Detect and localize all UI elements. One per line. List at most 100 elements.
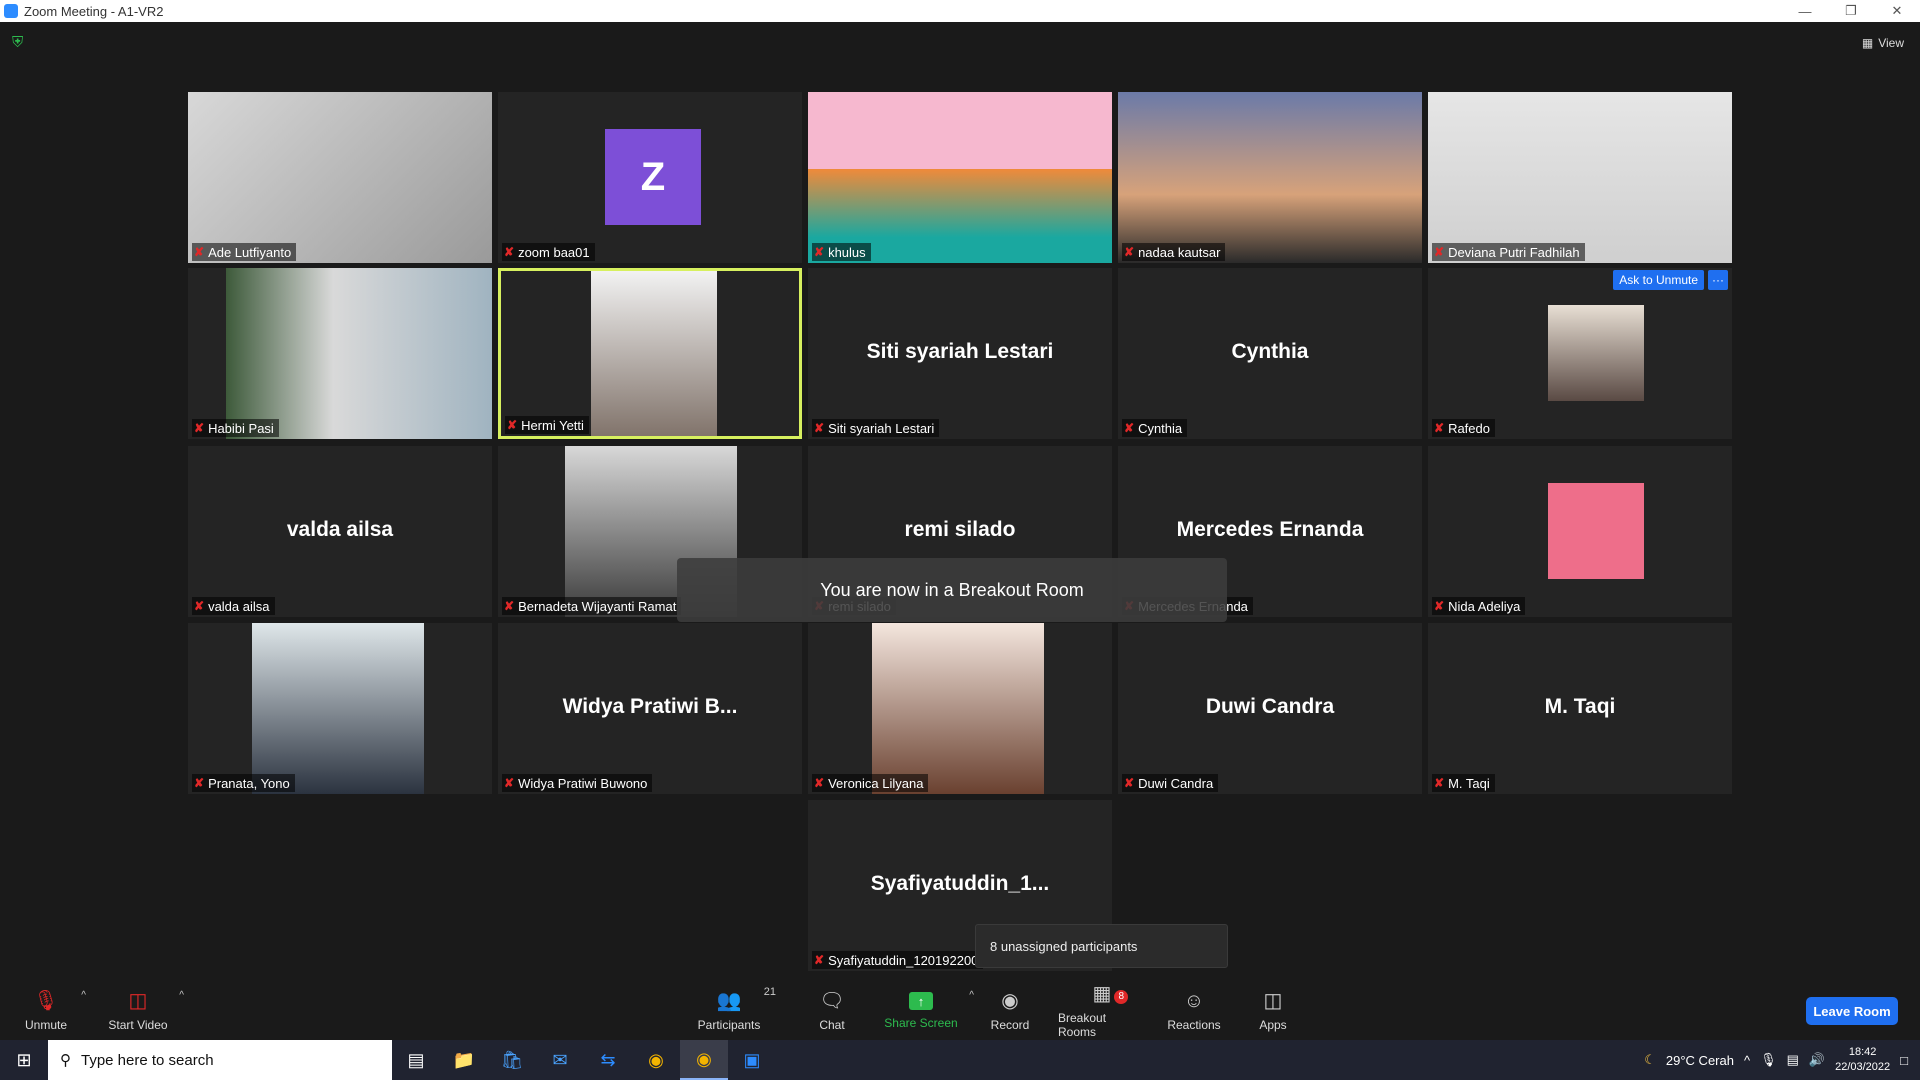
more-options-button[interactable]: ··· xyxy=(1708,270,1728,290)
participant-name-label: ✘ nadaa kautsar xyxy=(1122,243,1226,261)
share-screen-icon: ↑ xyxy=(909,992,933,1010)
muted-mic-icon: ✘ xyxy=(1434,245,1445,259)
breakout-room-toast: You are now in a Breakout Room xyxy=(677,558,1227,622)
participant-tile[interactable]: Duwi Candra ✘ Duwi Candra xyxy=(1118,623,1422,794)
participant-tile[interactable]: ✘ khulus xyxy=(808,92,1112,263)
apps-button[interactable]: ◫ Apps xyxy=(1258,982,1288,1040)
reactions-button[interactable]: ☺ Reactions xyxy=(1167,982,1220,1040)
participant-display-name: valda ailsa xyxy=(286,518,394,541)
participant-tile[interactable]: ✘ Nida Adeliya xyxy=(1428,446,1732,617)
participant-name-label: ✘ Ade Lutfiyanto xyxy=(192,243,297,261)
participant-name-label: ✘ khulus xyxy=(812,243,871,261)
participant-video xyxy=(808,92,1112,263)
volume-icon[interactable]: 🔊 xyxy=(1809,1052,1825,1068)
participant-tile[interactable]: ✘ Pranata, Yono xyxy=(188,623,492,794)
participant-name: khulus xyxy=(828,244,866,260)
participant-video xyxy=(1428,92,1732,263)
taskbar-search-input[interactable]: ⚲ Type here to search xyxy=(48,1040,392,1080)
muted-mic-icon: ✘ xyxy=(814,421,825,435)
breakout-rooms-icon: ▦ xyxy=(1092,983,1112,1005)
participant-tile[interactable]: Z ✘ zoom baa01 xyxy=(498,92,802,263)
muted-mic-icon: ✘ xyxy=(1434,776,1445,790)
video-off-icon: ◫ xyxy=(128,990,148,1012)
participant-name: Hermi Yetti xyxy=(521,417,584,433)
participant-name: zoom baa01 xyxy=(518,244,590,260)
participant-tile[interactable]: ✘ Habibi Pasi xyxy=(188,268,492,439)
participant-display-name: remi silado xyxy=(904,518,1016,541)
chrome-active-icon[interactable]: ◉ xyxy=(680,1040,728,1080)
security-shield-icon[interactable]: ⛨ xyxy=(12,34,28,51)
participant-tile[interactable]: ✘ Deviana Putri Fadhilah xyxy=(1428,92,1732,263)
participant-tile[interactable]: ✘ Ade Lutfiyanto xyxy=(188,92,492,263)
participant-tile[interactable]: Widya Pratiwi B... ✘ Widya Pratiwi Buwono xyxy=(498,623,802,794)
muted-mic-icon: ✘ xyxy=(504,776,515,790)
participant-name: Nida Adeliya xyxy=(1448,598,1521,614)
participant-tile[interactable]: ✘ nadaa kautsar xyxy=(1118,92,1422,263)
minimize-button[interactable]: — xyxy=(1782,0,1828,22)
mic-off-icon: 🎙 xyxy=(33,990,59,1012)
participant-tile[interactable]: ✘ Rafedo Ask to Unmute ··· xyxy=(1428,268,1732,439)
unassigned-participants-popup[interactable]: 8 unassigned participants xyxy=(975,924,1228,968)
chrome-icon[interactable]: ◉ xyxy=(632,1040,680,1080)
chevron-up-icon[interactable]: ^ xyxy=(1744,1053,1750,1068)
store-icon[interactable]: 🛍 xyxy=(488,1040,536,1080)
audio-options-caret[interactable]: ^ xyxy=(81,990,86,1001)
weather-text[interactable]: 29°C Cerah xyxy=(1666,1053,1734,1068)
video-options-caret[interactable]: ^ xyxy=(179,990,184,1001)
participant-name-label: ✘ Deviana Putri Fadhilah xyxy=(1432,243,1585,261)
zoom-taskbar-icon[interactable]: ▣ xyxy=(728,1040,776,1080)
muted-mic-icon: ✘ xyxy=(1124,245,1135,259)
participant-avatar: Z xyxy=(605,129,701,225)
participant-name-label: ✘ Hermi Yetti xyxy=(505,416,589,434)
chat-button[interactable]: 🗨 Chat xyxy=(812,982,852,1040)
participant-display-name: Widya Pratiwi B... xyxy=(562,695,738,718)
muted-mic-icon: ✘ xyxy=(194,421,205,435)
leave-room-button[interactable]: Leave Room xyxy=(1806,997,1898,1025)
breakout-rooms-button[interactable]: ▦ Breakout Rooms 8 xyxy=(1058,982,1146,1040)
participant-name-label: ✘ Veronica Lilyana xyxy=(812,774,929,792)
mail-icon[interactable]: ✉ xyxy=(536,1040,584,1080)
close-button[interactable]: ✕ xyxy=(1874,0,1920,22)
share-options-caret[interactable]: ^ xyxy=(969,990,974,1001)
unmute-button[interactable]: 🎙 Unmute ^ xyxy=(22,982,86,1040)
restore-button[interactable]: ❐ xyxy=(1828,0,1874,22)
participant-name: Deviana Putri Fadhilah xyxy=(1448,244,1580,260)
task-view-icon[interactable]: ▤ xyxy=(392,1040,440,1080)
breakout-badge: 8 xyxy=(1114,990,1128,1004)
participant-name: Pranata, Yono xyxy=(208,775,290,791)
participant-name: Cynthia xyxy=(1138,420,1183,436)
muted-mic-icon: ✘ xyxy=(194,245,205,259)
windows-taskbar: ⊞ ⚲ Type here to search ▤ 📁 🛍 ✉ ⇆ ◉ ◉ ▣ … xyxy=(0,1040,1920,1080)
network-icon[interactable]: ▤ xyxy=(1787,1052,1799,1068)
participant-name: valda ailsa xyxy=(208,598,270,614)
participant-tile[interactable]: ✘ Veronica Lilyana xyxy=(808,623,1112,794)
participant-video xyxy=(1548,483,1644,579)
notifications-icon[interactable]: □ xyxy=(1900,1053,1908,1068)
participant-display-name: Cynthia xyxy=(1231,340,1309,363)
participant-tile[interactable]: Siti syariah Lestari ✘ Siti syariah Lestar… xyxy=(808,268,1112,439)
file-explorer-icon[interactable]: 📁 xyxy=(440,1040,488,1080)
ask-to-unmute-button[interactable]: Ask to Unmute xyxy=(1613,270,1704,290)
microphone-icon[interactable]: 🎙 xyxy=(1760,1052,1777,1068)
participant-name: Duwi Candra xyxy=(1138,775,1214,791)
record-button[interactable]: ◉ Record xyxy=(990,982,1030,1040)
participant-name-label: ✘ Syafiyatuddin_120192200 xyxy=(812,951,984,969)
participant-tile[interactable]: valda ailsa ✘ valda ailsa xyxy=(188,446,492,617)
participant-tile[interactable]: ✘ Hermi Yetti xyxy=(498,268,802,439)
apps-icon: ◫ xyxy=(1263,990,1283,1012)
participants-button[interactable]: 👥 Participants 21 xyxy=(696,982,776,1040)
muted-mic-icon: ✘ xyxy=(504,245,515,259)
teamviewer-icon[interactable]: ⇆ xyxy=(584,1040,632,1080)
participant-tile[interactable]: Cynthia ✘ Cynthia xyxy=(1118,268,1422,439)
view-button[interactable]: ▦ View xyxy=(1862,32,1904,54)
participant-video xyxy=(1118,92,1422,263)
participant-tile[interactable]: M. Taqi ✘ M. Taqi xyxy=(1428,623,1732,794)
start-video-button[interactable]: ◫ Start Video ^ xyxy=(108,982,184,1040)
share-screen-button[interactable]: ↑ Share Screen ^ xyxy=(884,982,974,1040)
windows-start-icon[interactable]: ⊞ xyxy=(0,1040,48,1080)
smiley-icon: ☺ xyxy=(1183,990,1205,1012)
clock[interactable]: 18:42 22/03/2022 xyxy=(1835,1045,1890,1075)
participant-name: Widya Pratiwi Buwono xyxy=(518,775,648,791)
muted-mic-icon: ✘ xyxy=(814,245,825,259)
participant-name-label: ✘ Pranata, Yono xyxy=(192,774,295,792)
